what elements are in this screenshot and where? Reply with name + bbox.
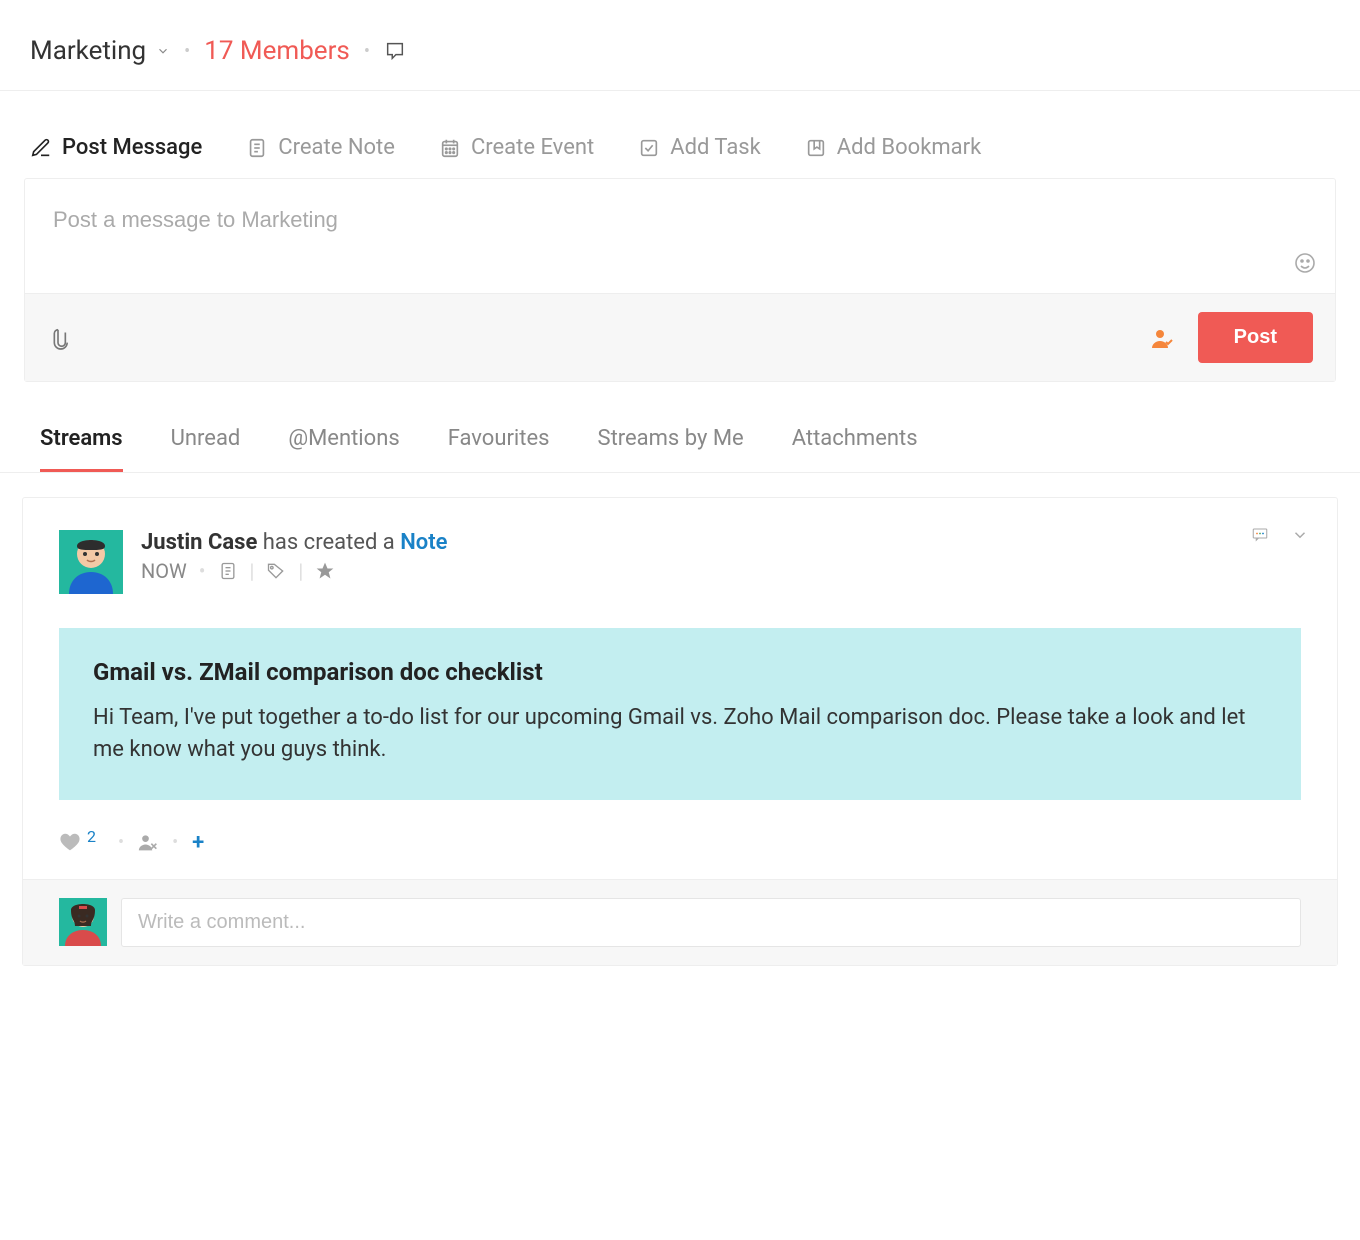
- edit-icon: [30, 137, 52, 159]
- post-action-bar: 2 • • +: [59, 800, 1301, 879]
- post-author[interactable]: Justin Case: [141, 530, 257, 555]
- note-icon: [246, 137, 268, 159]
- comment-color-icon[interactable]: [1251, 526, 1269, 544]
- note-body: Hi Team, I've put together a to-do list …: [93, 702, 1267, 766]
- post-time: NOW: [141, 559, 187, 583]
- star-icon[interactable]: [315, 561, 335, 581]
- comment-bar: [23, 879, 1337, 965]
- post-card-actions: [1251, 526, 1309, 544]
- note-content: Gmail vs. ZMail comparison doc checklist…: [59, 628, 1301, 800]
- tab-label: Create Event: [471, 135, 594, 160]
- tab-label: Post Message: [62, 135, 202, 160]
- paperclip-icon[interactable]: [47, 325, 69, 351]
- post-meta: NOW • | |: [141, 559, 447, 583]
- comment-input[interactable]: [121, 898, 1301, 947]
- page-header: Marketing • 17 Members •: [0, 0, 1360, 91]
- filter-unread[interactable]: Unread: [171, 426, 241, 472]
- tab-post-message[interactable]: Post Message: [30, 135, 202, 160]
- tab-label: Add Bookmark: [837, 135, 981, 160]
- add-action-icon[interactable]: +: [192, 830, 204, 855]
- filter-attachments[interactable]: Attachments: [792, 426, 918, 472]
- filter-streams-by-me[interactable]: Streams by Me: [598, 426, 744, 472]
- note-icon[interactable]: [218, 561, 238, 581]
- tab-create-note[interactable]: Create Note: [246, 135, 395, 160]
- remove-person-icon[interactable]: [138, 832, 158, 852]
- avatar: [59, 530, 123, 594]
- tab-label: Create Note: [278, 135, 395, 160]
- message-input[interactable]: [53, 207, 1307, 233]
- post-card: Justin Case has created a Note NOW • | |…: [22, 497, 1338, 966]
- tab-add-bookmark[interactable]: Add Bookmark: [805, 135, 981, 160]
- avatar: [59, 898, 107, 946]
- tag-icon[interactable]: [266, 561, 286, 581]
- chat-icon[interactable]: [384, 40, 406, 62]
- chevron-down-icon[interactable]: [1291, 526, 1309, 544]
- note-title: Gmail vs. ZMail comparison doc checklist: [93, 658, 1267, 686]
- post-header: Justin Case has created a Note NOW • | |: [59, 530, 1301, 594]
- team-selector[interactable]: Marketing: [30, 36, 170, 66]
- calendar-icon: [439, 137, 461, 159]
- post-title-line: Justin Case has created a Note: [141, 530, 447, 555]
- task-icon: [638, 137, 660, 159]
- like-icon[interactable]: [59, 831, 81, 853]
- emoji-icon[interactable]: [1293, 251, 1317, 275]
- filter-streams[interactable]: Streams: [40, 426, 123, 472]
- separator-dot: •: [364, 41, 370, 62]
- like-count: 2: [87, 827, 96, 846]
- post-object-link[interactable]: Note: [400, 530, 447, 555]
- action-tabs: Post Message Create Note Create Event Ad…: [0, 91, 1360, 178]
- post-action-text: has created a: [257, 530, 400, 555]
- tab-create-event[interactable]: Create Event: [439, 135, 594, 160]
- filter-tabs: Streams Unread @Mentions Favourites Stre…: [0, 382, 1360, 473]
- team-name-label: Marketing: [30, 36, 146, 66]
- tab-add-task[interactable]: Add Task: [638, 135, 761, 160]
- post-button[interactable]: Post: [1198, 312, 1313, 363]
- compose-input-area: [25, 179, 1335, 293]
- members-count[interactable]: 17 Members: [204, 36, 350, 66]
- bookmark-icon: [805, 137, 827, 159]
- chevron-down-icon: [156, 44, 170, 58]
- tab-label: Add Task: [670, 135, 761, 160]
- compose-box: Post: [24, 178, 1336, 382]
- filter-favourites[interactable]: Favourites: [448, 426, 550, 472]
- add-person-icon[interactable]: [1150, 326, 1174, 350]
- compose-toolbar: Post: [25, 293, 1335, 381]
- separator-dot: •: [184, 41, 190, 62]
- filter-mentions[interactable]: @Mentions: [288, 426, 399, 472]
